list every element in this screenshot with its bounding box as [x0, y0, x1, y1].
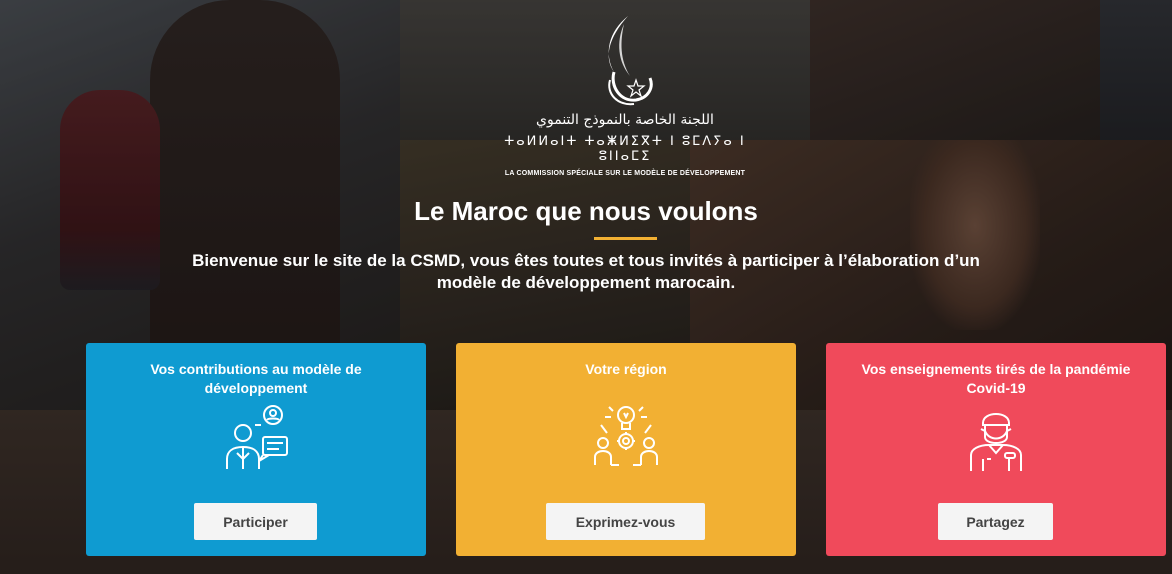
participer-button[interactable]: Participer	[194, 503, 317, 540]
csmd-logo[interactable]: اللجنة الخاصة بالنموذج التنموي ⵜⴰⵍⵍⴰⵏⵜ ⵜ…	[490, 14, 760, 194]
contributions-card: Vos contributions au modèle de développe…	[86, 343, 426, 556]
flame-star-emblem-icon	[608, 16, 653, 106]
card-title: Votre région	[585, 361, 667, 377]
logo-french-text: LA COMMISSION SPÉCIALE SUR LE MODÈLE DE …	[504, 170, 746, 177]
logo-arabic-text: اللجنة الخاصة بالنموذج التنموي	[536, 112, 714, 128]
partagez-button[interactable]: Partagez	[938, 503, 1053, 540]
masked-worker-icon	[961, 403, 1031, 478]
page-title: Le Maroc que nous voulons	[414, 196, 758, 226]
card-title: Vos contributions au modèle de développe…	[150, 361, 362, 396]
covid-card: Vos enseignements tirés de la pandémie C…	[826, 343, 1166, 556]
page-subtitle: Bienvenue sur le site de la CSMD, vous ê…	[192, 251, 980, 292]
card-title: Vos enseignements tirés de la pandémie C…	[861, 361, 1131, 396]
region-card: Votre région Exprimez-vous	[456, 343, 796, 556]
exprimez-vous-button[interactable]: Exprimez-vous	[546, 503, 705, 540]
idea-meeting-icon	[591, 403, 661, 478]
logo-tifinagh-text: ⵜⴰⵍⵍⴰⵏⵜ ⵜⴰⵥⵍⵉⴳⵜ ⵏ ⵓⵎⴷⵢⴰ ⵏ ⵓⵏⵏⴰⵎⵉ	[504, 134, 746, 164]
people-chat-icon	[221, 403, 291, 478]
title-underline	[594, 237, 657, 240]
